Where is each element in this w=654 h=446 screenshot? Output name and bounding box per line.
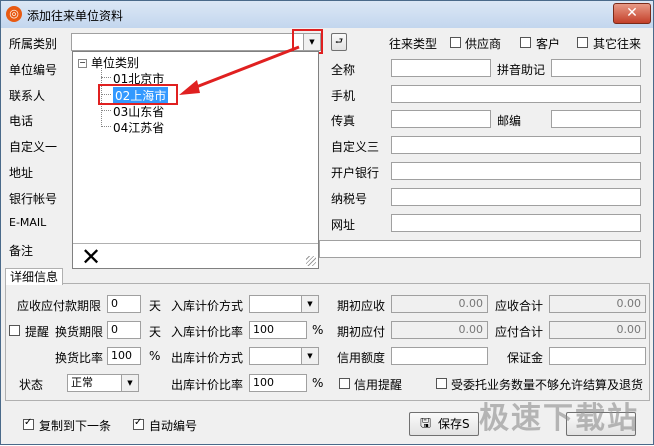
remind-label: 提醒: [25, 325, 50, 339]
status-label: 状态: [19, 378, 44, 392]
auto-number-label: 自动编号: [149, 419, 198, 433]
receivable-total-label: 应收合计: [495, 299, 544, 313]
credit-remind-checkbox[interactable]: [339, 378, 350, 389]
credit-limit-label: 信用额度: [337, 351, 386, 365]
dialog-window: ◎ 添加往来单位资料 ✕ 所属类别 ▼ ⮐ 往来类型 供应商 客户 其它往来 单…: [0, 0, 654, 445]
out-price-ratio-input[interactable]: 100: [249, 374, 307, 392]
payable-total-value: 0.00: [549, 321, 646, 339]
copy-next-label: 复制到下一条: [39, 419, 112, 433]
days-label-2: 天: [149, 325, 162, 339]
pct-label-2: %: [149, 349, 161, 363]
in-price-ratio-label: 入库计价比率: [171, 325, 244, 339]
watermark: 极速下载站: [479, 401, 639, 436]
remind-checkbox[interactable]: [9, 325, 20, 336]
status-select[interactable]: 正常 ▼: [67, 374, 139, 392]
receivable-total-value: 0.00: [549, 295, 646, 313]
credit-remind-label: 信用提醒: [354, 378, 403, 392]
exchange-ratio-input[interactable]: 100: [107, 347, 141, 365]
in-price-ratio-input[interactable]: 100: [249, 321, 307, 339]
pct-label-3: %: [312, 376, 324, 390]
auto-number-checkbox[interactable]: [133, 417, 144, 430]
copy-next-checkbox[interactable]: [23, 417, 34, 430]
credit-limit-input[interactable]: [391, 347, 488, 365]
chevron-down-icon[interactable]: ▼: [301, 296, 318, 312]
receivable-term-input[interactable]: 0: [107, 295, 141, 313]
exchange-term-label: 换货期限: [55, 325, 104, 339]
save-button[interactable]: 🖫 保存S: [409, 412, 479, 436]
save-disk-icon: 🖫: [420, 416, 432, 431]
deposit-label: 保证金: [507, 351, 544, 365]
consign-limit-checkbox[interactable]: [436, 378, 447, 389]
exchange-term-input[interactable]: 0: [107, 321, 141, 339]
opening-payable-value: 0.00: [391, 321, 488, 339]
pct-label-1: %: [312, 323, 324, 337]
opening-receivable-label: 期初应收: [337, 299, 386, 313]
exchange-ratio-label: 换货比率: [55, 351, 104, 365]
chevron-down-icon[interactable]: ▼: [121, 375, 138, 391]
out-price-ratio-label: 出库计价比率: [171, 378, 244, 392]
consign-limit-label: 受委托业务数量不够允许结算及退货: [451, 378, 644, 392]
in-price-method-label: 入库计价方式: [171, 299, 244, 313]
deposit-input[interactable]: [549, 347, 646, 365]
chevron-down-icon[interactable]: ▼: [301, 348, 318, 364]
payable-total-label: 应付合计: [495, 325, 544, 339]
opening-payable-label: 期初应付: [337, 325, 386, 339]
save-button-label: 保存S: [438, 417, 470, 431]
in-price-method-select[interactable]: ▼: [249, 295, 319, 313]
status-value: 正常: [71, 376, 93, 389]
out-price-method-select[interactable]: ▼: [249, 347, 319, 365]
tab-detail[interactable]: 详细信息: [5, 268, 63, 285]
days-label-1: 天: [149, 299, 162, 313]
out-price-method-label: 出库计价方式: [171, 351, 244, 365]
receivable-term-label: 应收应付款期限: [17, 299, 102, 313]
opening-receivable-value: 0.00: [391, 295, 488, 313]
